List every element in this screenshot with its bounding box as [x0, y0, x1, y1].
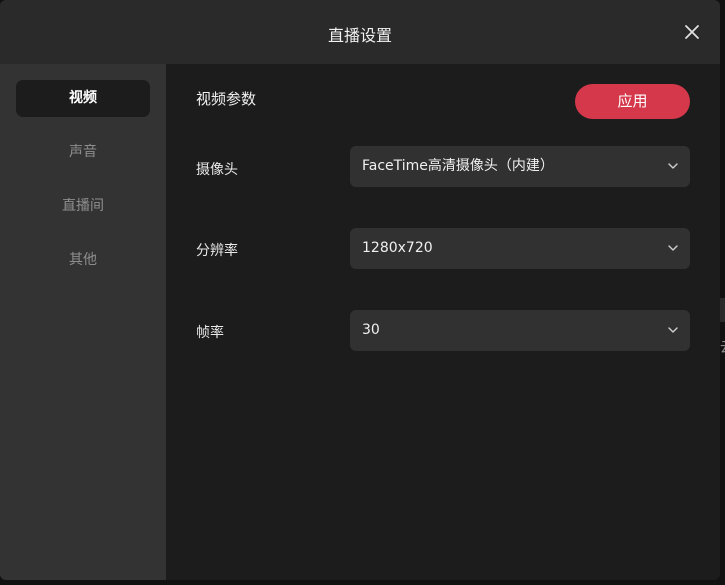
chevron-down-icon [667, 325, 679, 335]
settings-sidebar: 视频 声音 直播间 其他 [0, 64, 166, 580]
chevron-down-icon [667, 243, 679, 253]
close-icon [685, 25, 699, 39]
resolution-label: 分辨率 [196, 243, 238, 259]
resolution-select[interactable]: 1280x720 [350, 228, 690, 269]
background-window-text: 云 [720, 338, 725, 358]
settings-content: 视频参数 应用 摄像头 FaceTime高清摄像头（内建） 分辨率 1280x7… [166, 64, 720, 580]
framerate-label: 帧率 [196, 325, 224, 341]
dialog-titlebar: 直播设置 [0, 0, 720, 64]
camera-select-value: FaceTime高清摄像头（内建） [362, 158, 554, 174]
sidebar-item-video[interactable]: 视频 [16, 80, 150, 117]
framerate-select[interactable]: 30 [350, 310, 690, 351]
camera-select[interactable]: FaceTime高清摄像头（内建） [350, 146, 690, 187]
framerate-select-value: 30 [362, 322, 380, 338]
sidebar-item-audio[interactable]: 声音 [16, 134, 150, 171]
dialog-title: 直播设置 [327, 26, 392, 45]
live-settings-dialog: 直播设置 视频 声音 直播间 其他 视频参数 应用 摄像头 FaceTime高清… [0, 0, 720, 580]
close-button[interactable] [683, 23, 701, 41]
background-window-edge [720, 298, 725, 322]
camera-label: 摄像头 [196, 162, 238, 178]
section-title: 视频参数 [196, 90, 257, 108]
apply-button[interactable]: 应用 [575, 84, 690, 119]
sidebar-item-live-room[interactable]: 直播间 [16, 188, 150, 225]
resolution-select-value: 1280x720 [362, 240, 433, 256]
sidebar-item-other[interactable]: 其他 [16, 242, 150, 279]
chevron-down-icon [667, 161, 679, 171]
